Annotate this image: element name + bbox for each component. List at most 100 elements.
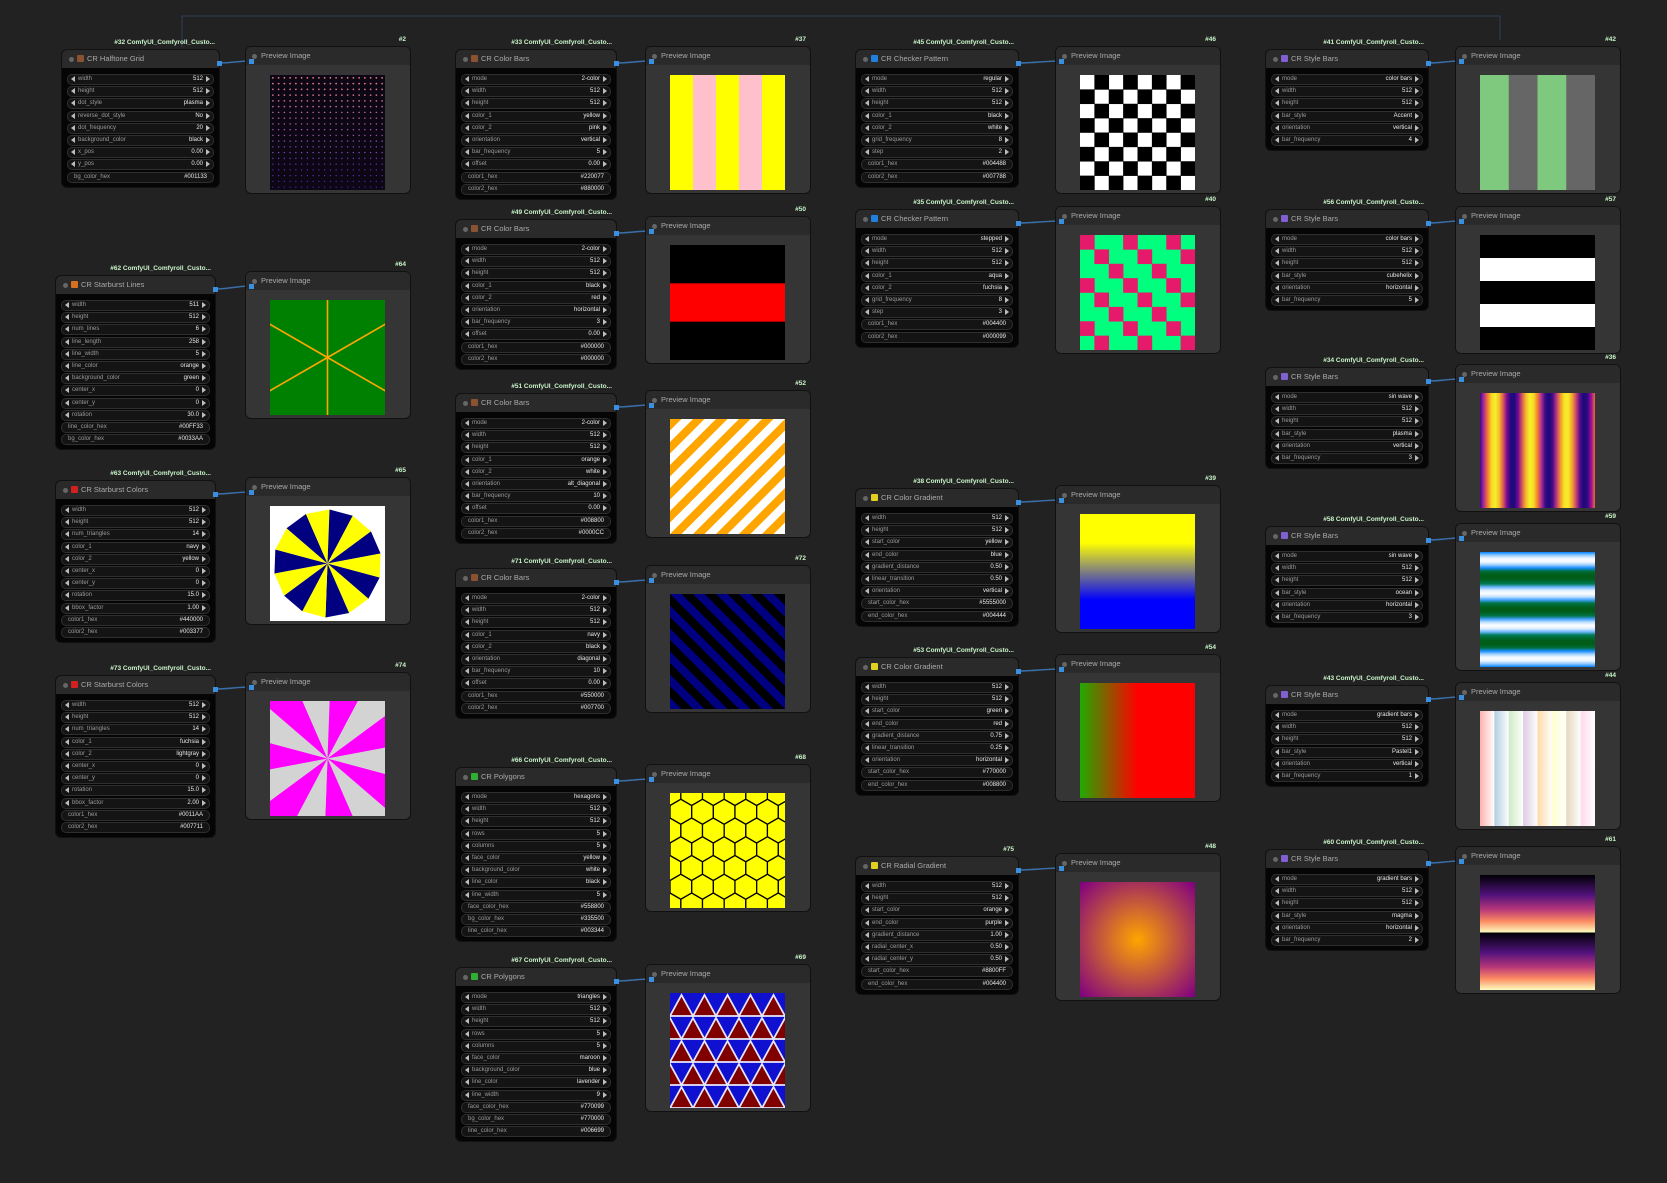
arrow-right-icon[interactable] bbox=[1415, 577, 1419, 584]
widget-orientation[interactable]: orientation horizontal bbox=[1271, 282, 1423, 294]
node-cr-style-bars[interactable]: #43 ComfyUI_Comfyroll_Custo... CR Style B… bbox=[1266, 675, 1431, 787]
node-cr-color-gradient[interactable]: #53 ComfyUI_Comfyroll_Custo... CR Color G… bbox=[856, 647, 1021, 795]
preview-image-node[interactable]: #54 Preview Image bbox=[1056, 644, 1220, 801]
collapse-dot-icon[interactable] bbox=[463, 227, 468, 232]
arrow-right-icon[interactable] bbox=[603, 331, 607, 338]
arrow-right-icon[interactable] bbox=[1005, 757, 1009, 764]
arrow-right-icon[interactable] bbox=[1415, 418, 1419, 425]
preview-image-node[interactable]: #44 Preview Image bbox=[1456, 672, 1620, 829]
arrow-right-icon[interactable] bbox=[1415, 937, 1419, 943]
arrow-right-icon[interactable] bbox=[202, 507, 206, 513]
node-header[interactable]: Preview Image bbox=[1056, 486, 1220, 504]
image-output-port[interactable] bbox=[614, 405, 619, 410]
arrow-right-icon[interactable] bbox=[1005, 563, 1009, 570]
node-header[interactable]: CR Color Bars bbox=[456, 569, 616, 587]
node-header[interactable]: Preview Image bbox=[1456, 47, 1620, 65]
arrow-right-icon[interactable] bbox=[603, 1079, 607, 1086]
arrow-right-icon[interactable] bbox=[603, 432, 607, 439]
widget-height[interactable]: height 512 bbox=[1271, 575, 1423, 587]
widget-num-triangles[interactable]: num_triangles 14 bbox=[61, 724, 210, 736]
widget-bar-style[interactable]: bar_style Accent bbox=[1271, 110, 1423, 122]
arrow-left-icon[interactable] bbox=[465, 1030, 469, 1037]
preview-image-node[interactable]: #40 Preview Image bbox=[1056, 196, 1220, 353]
widget-background-color[interactable]: background_color black bbox=[67, 135, 214, 146]
image-input-port[interactable] bbox=[249, 284, 254, 289]
arrow-right-icon[interactable] bbox=[1415, 614, 1419, 620]
collapse-dot-icon[interactable] bbox=[463, 57, 468, 62]
arrow-right-icon[interactable] bbox=[1005, 684, 1009, 690]
arrow-left-icon[interactable] bbox=[465, 891, 469, 898]
arrow-left-icon[interactable] bbox=[71, 100, 75, 107]
arrow-left-icon[interactable] bbox=[865, 309, 869, 316]
widget-start-color[interactable]: start_color green bbox=[861, 706, 1013, 718]
widget-orientation[interactable]: orientation horizontal bbox=[1271, 922, 1423, 934]
text-field-end-color-hex[interactable]: end_color_hex #004400 bbox=[861, 978, 1013, 990]
widget-orientation[interactable]: orientation vertical bbox=[861, 586, 1013, 598]
arrow-left-icon[interactable] bbox=[465, 444, 469, 451]
arrow-right-icon[interactable] bbox=[1415, 137, 1419, 143]
arrow-right-icon[interactable] bbox=[603, 137, 607, 143]
arrow-right-icon[interactable] bbox=[202, 592, 206, 599]
arrow-right-icon[interactable] bbox=[1415, 553, 1419, 559]
arrow-left-icon[interactable] bbox=[465, 100, 469, 107]
arrow-left-icon[interactable] bbox=[1275, 924, 1279, 931]
arrow-right-icon[interactable] bbox=[1415, 406, 1419, 413]
text-field-color1-hex[interactable]: color1_hex #004488 bbox=[861, 159, 1013, 171]
widget-bar-style[interactable]: bar_style cubehelix bbox=[1271, 270, 1423, 282]
widget-height[interactable]: height 512 bbox=[61, 517, 210, 529]
arrow-right-icon[interactable] bbox=[603, 319, 607, 326]
widget-line-width[interactable]: line_width 5 bbox=[61, 348, 210, 360]
arrow-left-icon[interactable] bbox=[1275, 248, 1279, 255]
widget-width[interactable]: width 512 bbox=[461, 430, 611, 442]
widget-offset[interactable]: offset 0.00 bbox=[461, 503, 611, 515]
arrow-left-icon[interactable] bbox=[865, 272, 869, 279]
widget-orientation[interactable]: orientation vertical bbox=[1271, 122, 1423, 134]
arrow-left-icon[interactable] bbox=[65, 507, 69, 513]
arrow-left-icon[interactable] bbox=[1275, 888, 1279, 895]
preview-image-node[interactable]: #39 Preview Image bbox=[1056, 475, 1220, 632]
arrow-left-icon[interactable] bbox=[1275, 912, 1279, 919]
arrow-left-icon[interactable] bbox=[65, 302, 69, 308]
arrow-left-icon[interactable] bbox=[865, 696, 869, 703]
widget-height[interactable]: height 512 bbox=[861, 694, 1013, 706]
widget-height[interactable]: height 512 bbox=[61, 312, 210, 324]
widget-end-color[interactable]: end_color blue bbox=[861, 549, 1013, 561]
widget-grid-frequency[interactable]: grid_frequency 8 bbox=[861, 135, 1013, 146]
widget-num-triangles[interactable]: num_triangles 14 bbox=[61, 529, 210, 541]
arrow-right-icon[interactable] bbox=[1005, 895, 1009, 902]
arrow-right-icon[interactable] bbox=[1415, 589, 1419, 596]
widget-center-y[interactable]: center_y 0 bbox=[61, 397, 210, 409]
arrow-right-icon[interactable] bbox=[202, 580, 206, 587]
widget-center-y[interactable]: center_y 0 bbox=[61, 578, 210, 590]
widget-height[interactable]: height 512 bbox=[461, 268, 611, 280]
node-header[interactable]: CR Style Bars bbox=[1266, 686, 1428, 704]
arrow-left-icon[interactable] bbox=[865, 944, 869, 950]
arrow-left-icon[interactable] bbox=[65, 799, 69, 806]
node-cr-color-bars[interactable]: #71 ComfyUI_Comfyroll_Custo... CR Color B… bbox=[456, 558, 619, 718]
arrow-right-icon[interactable] bbox=[1415, 455, 1419, 461]
widget-bar-style[interactable]: bar_style Pastel1 bbox=[1271, 746, 1423, 758]
widget-line-length[interactable]: line_length 258 bbox=[61, 336, 210, 348]
arrow-left-icon[interactable] bbox=[865, 883, 869, 889]
arrow-right-icon[interactable] bbox=[603, 456, 607, 463]
widget-linear-transition[interactable]: linear_transition 0.50 bbox=[861, 574, 1013, 585]
node-header[interactable]: CR Starburst Colors bbox=[56, 481, 215, 499]
image-output-port[interactable] bbox=[1016, 221, 1021, 226]
node-header[interactable]: Preview Image bbox=[1456, 847, 1620, 865]
widget-center-y[interactable]: center_y 0 bbox=[61, 773, 210, 785]
text-field-color2-hex[interactable]: color2_hex #007711 bbox=[61, 822, 210, 833]
widget-end-color[interactable]: end_color purple bbox=[861, 917, 1013, 929]
arrow-left-icon[interactable] bbox=[1275, 406, 1279, 413]
widget-offset[interactable]: offset 0.00 bbox=[461, 329, 611, 341]
arrow-right-icon[interactable] bbox=[603, 1042, 607, 1049]
node-header[interactable]: Preview Image bbox=[646, 47, 810, 65]
arrow-left-icon[interactable] bbox=[1275, 736, 1279, 743]
widget-mode[interactable]: mode 2-color bbox=[461, 418, 611, 429]
widget-bar-frequency[interactable]: bar_frequency 5 bbox=[1271, 295, 1423, 306]
preview-image-node[interactable]: #68 Preview Image bbox=[646, 754, 810, 911]
arrow-left-icon[interactable] bbox=[465, 481, 469, 487]
image-input-port[interactable] bbox=[649, 59, 654, 64]
preview-image-node[interactable]: #69 Preview Image bbox=[646, 954, 810, 1111]
arrow-left-icon[interactable] bbox=[465, 830, 469, 837]
image-output-port[interactable] bbox=[1426, 861, 1431, 866]
